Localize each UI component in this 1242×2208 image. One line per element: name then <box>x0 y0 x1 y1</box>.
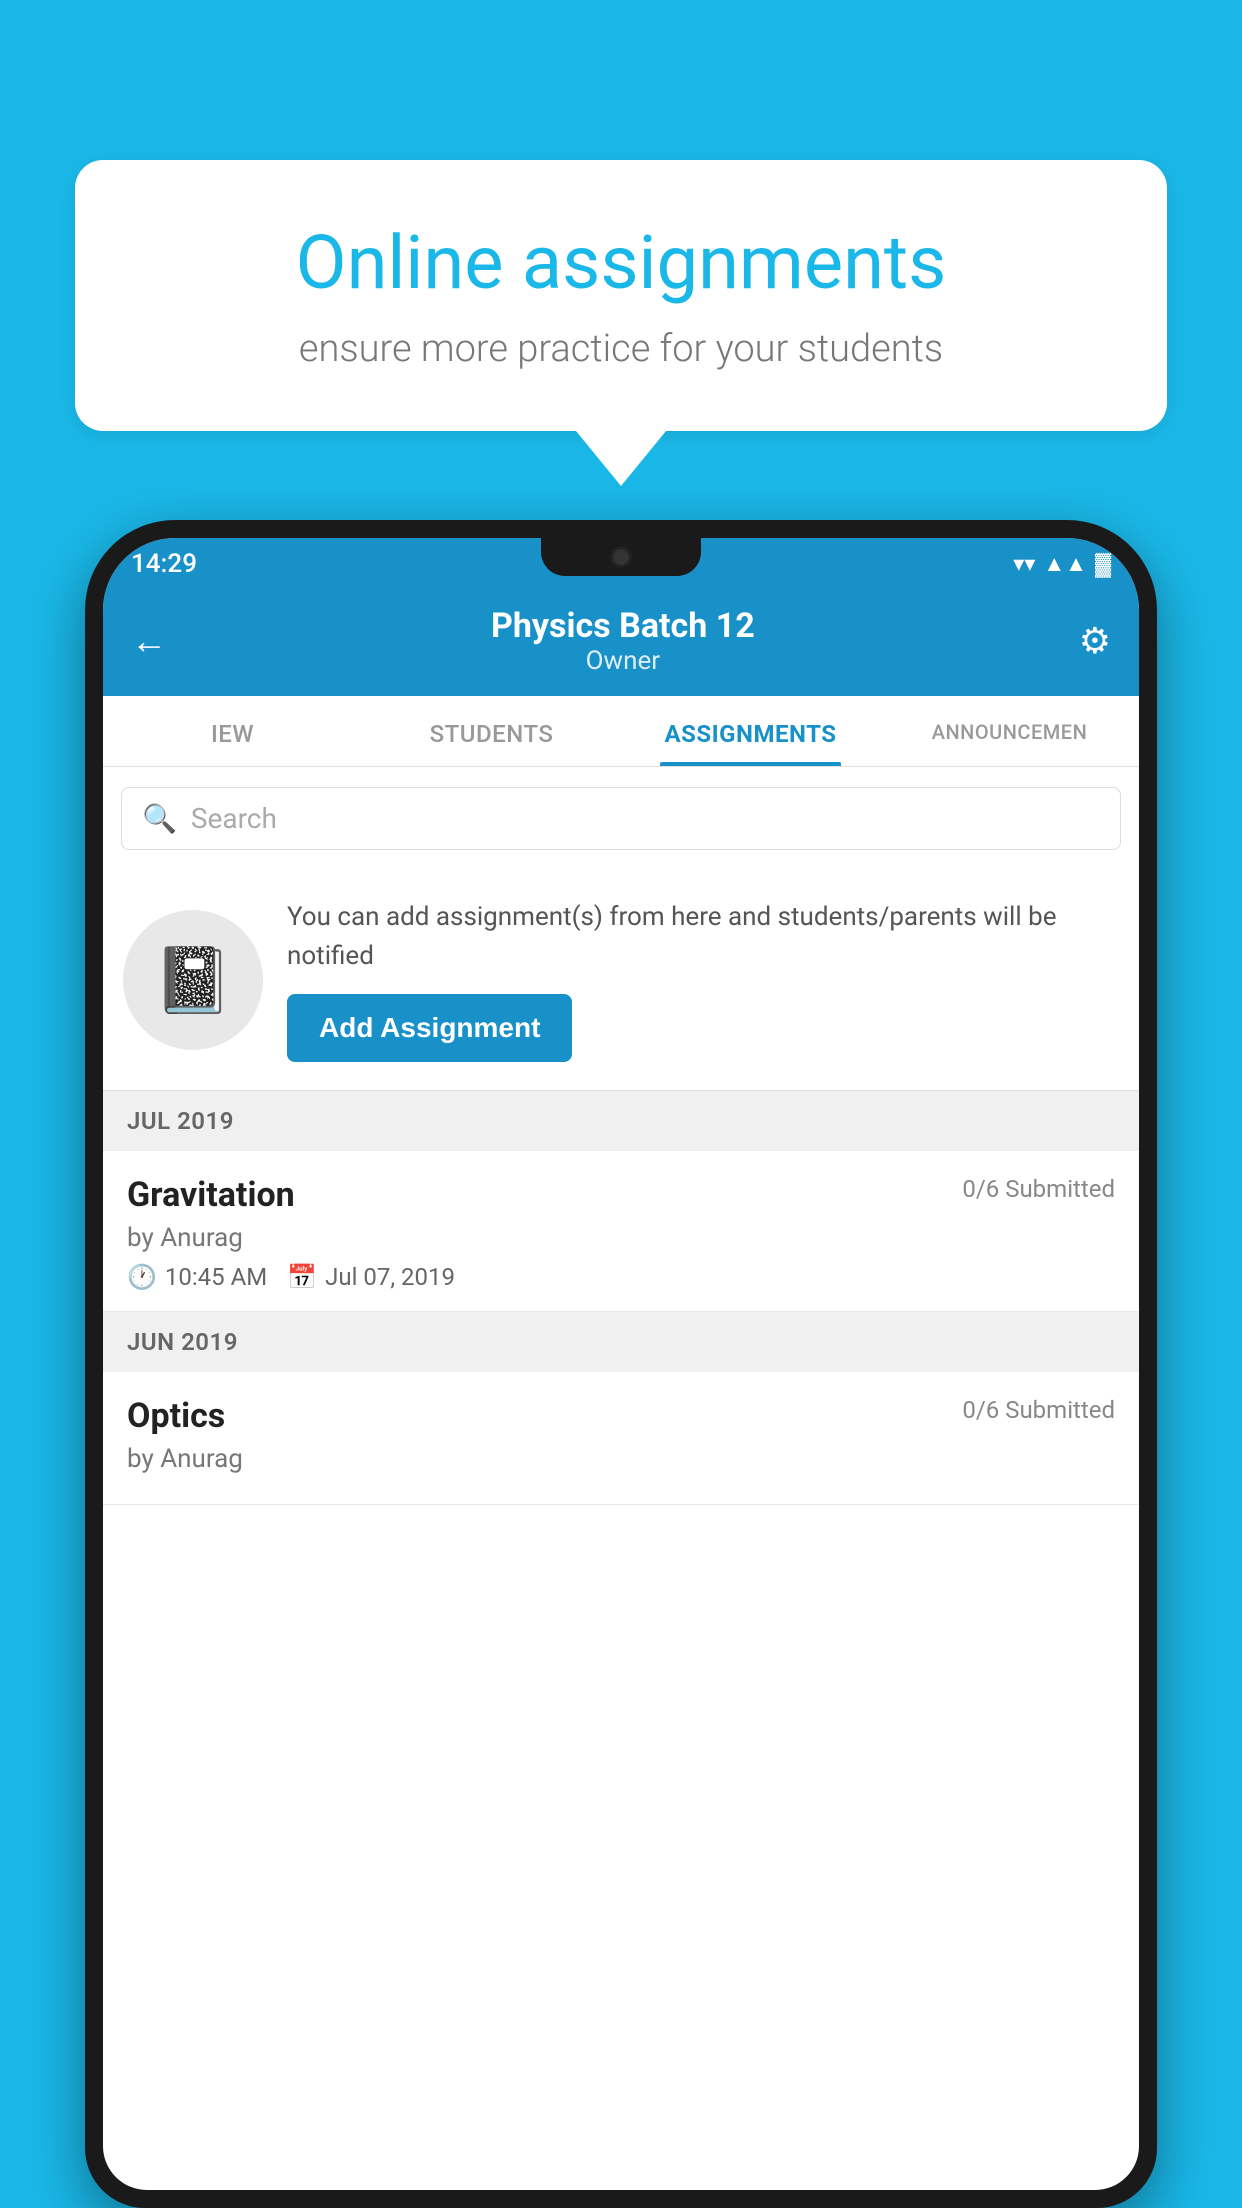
header-title-group: Physics Batch 12 Owner <box>491 606 755 676</box>
assignment-name-optics: Optics <box>127 1396 225 1436</box>
assignment-icon-circle: 📓 <box>123 910 263 1050</box>
add-assignment-promo: 📓 You can add assignment(s) from here an… <box>103 870 1139 1091</box>
assignment-time-value: 10:45 AM <box>165 1263 267 1291</box>
assignment-date-value: Jul 07, 2019 <box>325 1263 455 1291</box>
speech-bubble-container: Online assignments ensure more practice … <box>75 160 1167 486</box>
battery-icon: ▓ <box>1095 551 1111 577</box>
speech-bubble: Online assignments ensure more practice … <box>75 160 1167 431</box>
assignment-author-optics: by Anurag <box>127 1444 1115 1474</box>
header-subtitle: Owner <box>491 646 755 676</box>
wifi-icon: ▾▾ <box>1013 552 1035 577</box>
speech-bubble-arrow <box>576 431 666 486</box>
section-header-jul: JUL 2019 <box>103 1091 1139 1151</box>
section-header-jun: JUN 2019 <box>103 1312 1139 1372</box>
phone-screen: 14:29 ▾▾ ▲▲ ▓ ← Physics Batch 12 Owner ⚙… <box>103 538 1139 2190</box>
assignment-name-gravitation: Gravitation <box>127 1175 295 1215</box>
clock-icon: 🕐 <box>127 1263 157 1291</box>
promo-right: You can add assignment(s) from here and … <box>287 898 1119 1062</box>
speech-bubble-subtitle: ensure more practice for your students <box>145 327 1097 371</box>
assignment-row1: Gravitation 0/6 Submitted <box>127 1175 1115 1215</box>
assignment-submitted-optics: 0/6 Submitted <box>962 1396 1115 1424</box>
assignment-time: 🕐 10:45 AM <box>127 1263 267 1291</box>
assignment-row1-optics: Optics 0/6 Submitted <box>127 1396 1115 1436</box>
status-time: 14:29 <box>131 549 197 579</box>
app-header: ← Physics Batch 12 Owner ⚙ <box>103 590 1139 696</box>
assignment-item-gravitation[interactable]: Gravitation 0/6 Submitted by Anurag 🕐 10… <box>103 1151 1139 1312</box>
notebook-icon: 📓 <box>153 943 233 1018</box>
speech-bubble-title: Online assignments <box>145 220 1097 307</box>
search-placeholder: Search <box>191 802 277 835</box>
search-icon: 🔍 <box>142 802 177 835</box>
assignment-submitted-gravitation: 0/6 Submitted <box>962 1175 1115 1203</box>
search-box[interactable]: 🔍 Search <box>121 787 1121 850</box>
phone-notch <box>541 538 701 576</box>
tab-students[interactable]: STUDENTS <box>362 696 621 766</box>
tab-view[interactable]: IEW <box>103 696 362 766</box>
assignment-date: 📅 Jul 07, 2019 <box>287 1263 455 1291</box>
status-icons: ▾▾ ▲▲ ▓ <box>1013 551 1111 577</box>
assignment-item-optics[interactable]: Optics 0/6 Submitted by Anurag <box>103 1372 1139 1505</box>
tab-announcements[interactable]: ANNOUNCEMEN <box>880 696 1139 766</box>
add-assignment-button[interactable]: Add Assignment <box>287 994 572 1062</box>
header-title: Physics Batch 12 <box>491 606 755 646</box>
promo-text: You can add assignment(s) from here and … <box>287 898 1119 976</box>
assignment-author-gravitation: by Anurag <box>127 1223 1115 1253</box>
calendar-icon: 📅 <box>287 1263 317 1291</box>
back-button[interactable]: ← <box>131 620 167 662</box>
search-container: 🔍 Search <box>103 767 1139 870</box>
tab-assignments[interactable]: ASSIGNMENTS <box>621 696 880 766</box>
phone-camera <box>610 546 632 568</box>
settings-icon[interactable]: ⚙ <box>1079 620 1111 662</box>
tabs-bar: IEW STUDENTS ASSIGNMENTS ANNOUNCEMEN <box>103 696 1139 767</box>
signal-icon: ▲▲ <box>1043 551 1087 577</box>
phone-frame: 14:29 ▾▾ ▲▲ ▓ ← Physics Batch 12 Owner ⚙… <box>85 520 1157 2208</box>
assignment-meta-gravitation: 🕐 10:45 AM 📅 Jul 07, 2019 <box>127 1263 1115 1291</box>
